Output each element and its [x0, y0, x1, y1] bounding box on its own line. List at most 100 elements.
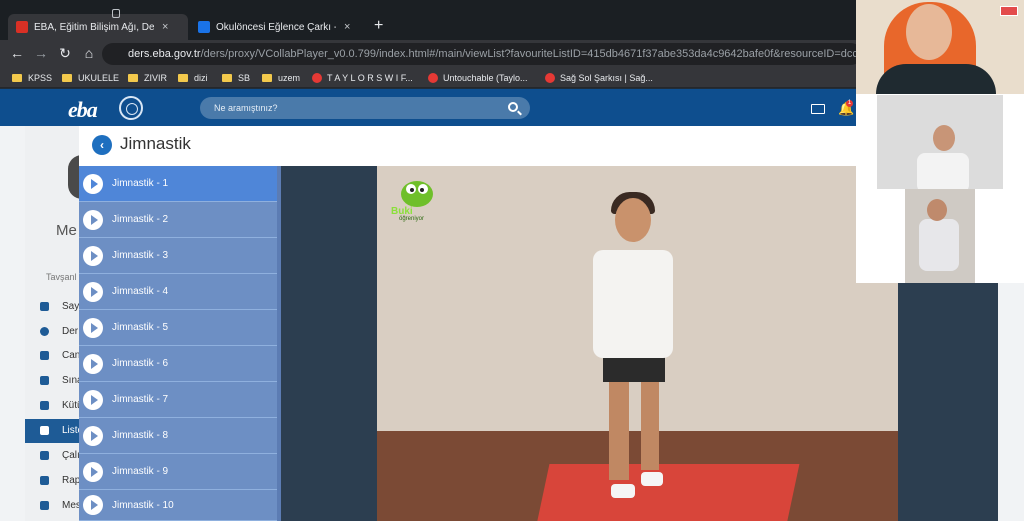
sidebar-item-label[interactable]: Can: [62, 350, 80, 361]
participant-face: [906, 4, 952, 60]
playlist-item-label: Jimnastik - 10: [112, 499, 174, 511]
bookmark-label: uzem: [278, 73, 301, 83]
play-circle-icon: [40, 327, 49, 336]
playlist-item[interactable]: Jimnastik - 7: [79, 382, 277, 418]
participant-shirt: [917, 153, 969, 189]
playlist-item[interactable]: Jimnastik - 4: [79, 274, 277, 310]
bookmark-untouchable[interactable]: Untouchable (Taylo...: [428, 71, 528, 85]
play-icon[interactable]: [83, 495, 103, 515]
playlist-item-label: Jimnastik - 7: [112, 394, 169, 405]
play-icon[interactable]: [83, 461, 103, 482]
youtube-icon: [428, 73, 438, 83]
tab-title: EBA, Eğitim Bilişim Ağı, Ders,: [34, 21, 154, 33]
playlist-item-label: Jimnastik - 5: [112, 322, 169, 333]
bookmark-label: T A Y L O R S W I F...: [327, 73, 413, 83]
participant-video[interactable]: [877, 95, 1003, 189]
flag-icon: [1000, 6, 1018, 16]
bookmark-ukulele[interactable]: UKULELE: [62, 71, 119, 85]
eba-logo[interactable]: eba: [68, 97, 98, 123]
bookmark-label: UKULELE: [78, 73, 120, 83]
playlist-item-label: Jimnastik - 6: [112, 358, 169, 369]
sidebar-item-label[interactable]: Say: [62, 301, 79, 312]
participant-shirt: [919, 219, 959, 271]
bookmark-kpss[interactable]: KPSS: [12, 71, 52, 85]
home-icon[interactable]: ⌂: [80, 45, 98, 61]
profile-name: Me: [56, 222, 77, 239]
folder-icon: [222, 74, 232, 82]
bookmark-uzem[interactable]: uzem: [262, 71, 300, 85]
playlist-item[interactable]: Jimnastik - 5: [79, 310, 277, 346]
bookmark-taylorswift[interactable]: T A Y L O R S W I F...: [312, 71, 413, 85]
play-icon[interactable]: [83, 209, 103, 230]
video-figure-shorts: [603, 354, 665, 382]
play-icon[interactable]: [83, 245, 103, 266]
bookmark-sb[interactable]: SB: [222, 71, 250, 85]
url-host: ders.eba.gov.tr: [128, 48, 201, 60]
forward-arrow-icon[interactable]: →: [32, 45, 50, 61]
url-path: /ders/proxy/VCollabPlayer_v0.0.799/index…: [200, 48, 862, 60]
folder-icon: [12, 74, 22, 82]
eba-header: eba Ne aramıştınız?: [0, 89, 860, 126]
back-button[interactable]: ‹: [92, 135, 112, 155]
video-player[interactable]: Buki öğreniyor: [377, 166, 898, 521]
new-tab-button[interactable]: +: [374, 17, 383, 35]
meb-seal-icon: [119, 96, 143, 120]
play-icon[interactable]: [83, 317, 103, 338]
bookmark-label: SB: [238, 73, 251, 83]
search-icon[interactable]: [508, 102, 518, 112]
playlist-item[interactable]: Jimnastik - 2: [79, 202, 277, 238]
folder-icon: [178, 74, 188, 82]
search-input[interactable]: Ne aramıştınız?: [200, 97, 530, 119]
chart-icon: [40, 476, 49, 485]
message-icon: [40, 501, 49, 510]
participant-face: [927, 199, 947, 221]
play-icon[interactable]: [83, 389, 103, 410]
video-figure-shirt: [593, 250, 673, 358]
sidebar-item-label[interactable]: Der: [62, 326, 78, 337]
play-icon[interactable]: [83, 425, 103, 446]
close-tab-icon[interactable]: ×: [162, 21, 168, 33]
pencil-icon: [40, 376, 49, 385]
bookmark-label: dizi: [194, 73, 208, 83]
youtube-icon: [545, 73, 555, 83]
sidebar-item-label[interactable]: Rap: [62, 475, 80, 486]
playlist-item-label: Jimnastik - 9: [112, 466, 169, 477]
folder-icon: [62, 74, 72, 82]
playlist-item-label: Jimnastik - 4: [112, 286, 169, 297]
playlist-item[interactable]: Jimnastik - 9: [79, 454, 277, 490]
sidebar-item-label[interactable]: Çalı: [62, 450, 80, 461]
notification-badge: 1: [846, 100, 853, 107]
youtube-icon: [312, 73, 322, 83]
bookmark-zivir[interactable]: ZIVIR: [128, 71, 167, 85]
play-icon[interactable]: [83, 281, 103, 302]
participant-shirt: [876, 64, 996, 94]
close-tab-icon[interactable]: ×: [344, 21, 350, 33]
bookmark-dizi[interactable]: dizi: [178, 71, 208, 85]
wheel-favicon-icon: [198, 21, 210, 33]
play-icon[interactable]: [83, 173, 103, 194]
bookmark-sag-sol[interactable]: Sağ Sol Şarkısı | Sağ...: [545, 71, 653, 85]
tab-title: Okulöncesi Eğlence Çarkı - Rastg: [216, 21, 336, 33]
playlist-item[interactable]: Jimnastik - 8: [79, 418, 277, 454]
folder-icon: [128, 74, 138, 82]
tab-eba[interactable]: EBA, Eğitim Bilişim Ağı, Ders, ×: [8, 14, 188, 40]
video-figure-leg: [609, 380, 629, 480]
participant-video[interactable]: [905, 189, 975, 283]
address-bar[interactable]: ders.eba.gov.tr/ders/proxy/VCollabPlayer…: [102, 43, 862, 65]
bookmark-label: Untouchable (Taylo...: [443, 73, 528, 83]
participant-video[interactable]: [856, 0, 1024, 94]
lock-icon[interactable]: [112, 9, 120, 18]
playlist-item[interactable]: Jimnastik - 10: [79, 490, 277, 521]
viewer-title: Jimnastik: [120, 134, 191, 153]
playlist-item[interactable]: Jimnastik - 6: [79, 346, 277, 382]
tab-okuloncesi[interactable]: Okulöncesi Eğlence Çarkı - Rastg ×: [190, 14, 368, 40]
back-arrow-icon[interactable]: ←: [8, 45, 26, 61]
play-icon[interactable]: [83, 353, 103, 374]
mail-icon[interactable]: [811, 104, 825, 114]
folder-icon: [262, 74, 272, 82]
reload-icon[interactable]: ↻: [56, 45, 74, 62]
bookmark-label: KPSS: [28, 73, 53, 83]
playlist-item[interactable]: Jimnastik - 1: [79, 166, 277, 202]
video-figure-leg: [641, 380, 659, 470]
playlist-item[interactable]: Jimnastik - 3: [79, 238, 277, 274]
